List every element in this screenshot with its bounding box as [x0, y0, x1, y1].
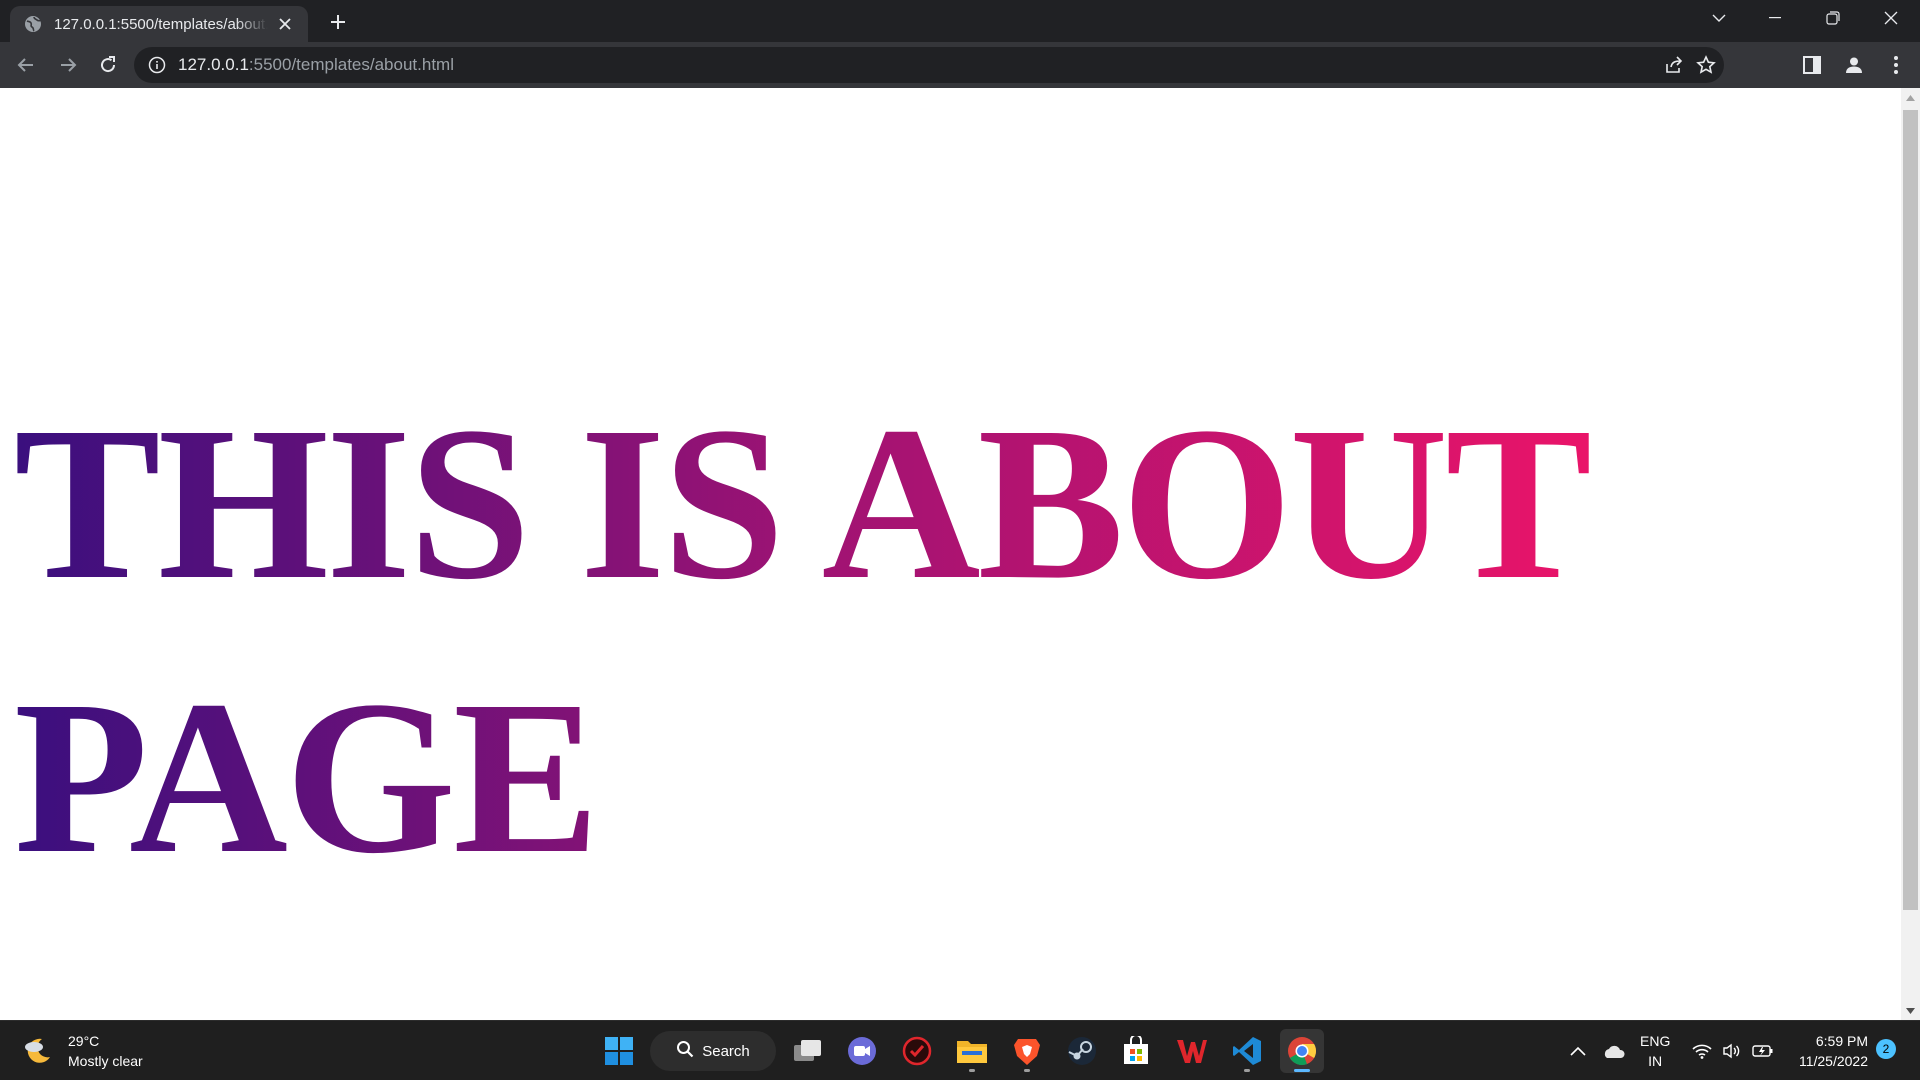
kebab-menu-icon[interactable] [1884, 53, 1908, 77]
url-host: 127.0.0.1 [178, 55, 249, 74]
language-indicator[interactable]: ENG IN [1640, 1031, 1670, 1071]
side-panel-icon[interactable] [1800, 53, 1824, 77]
notification-badge[interactable]: 2 [1876, 1039, 1896, 1059]
clock-date: 11/25/2022 [1798, 1053, 1868, 1069]
browser-tab[interactable]: 127.0.0.1:5500/templates/about.html [10, 6, 308, 42]
file-explorer-icon[interactable] [950, 1029, 994, 1073]
heading-word-about: ABOUT [821, 381, 1586, 625]
onedrive-icon[interactable] [1601, 1021, 1625, 1081]
address-bar[interactable]: 127.0.0.1:5500/templates/about.html [134, 47, 1724, 83]
windows-taskbar: 29°C Mostly clear Search ENG IN 6:59 PM … [0, 1020, 1920, 1080]
start-button[interactable] [597, 1029, 641, 1073]
volume-icon[interactable] [1722, 1021, 1742, 1081]
weather-condition: Mostly clear [68, 1053, 143, 1069]
page-viewport: THIS IS ABOUT PAGE [0, 88, 1901, 1020]
search-icon [676, 1040, 694, 1063]
browser-toolbar: 127.0.0.1:5500/templates/about.html [0, 42, 1920, 88]
scroll-down-icon[interactable] [1905, 1005, 1916, 1016]
scrollbar-thumb[interactable] [1903, 110, 1918, 910]
tab-search-icon[interactable] [1696, 0, 1742, 36]
clock-time: 6:59 PM [1815, 1033, 1868, 1049]
close-icon[interactable] [274, 13, 296, 35]
running-indicator [969, 1069, 975, 1072]
tab-title: 127.0.0.1:5500/templates/about.html [54, 15, 268, 33]
moon-cloud-icon [22, 1035, 54, 1067]
vscode-icon[interactable] [1225, 1029, 1269, 1073]
active-indicator [1294, 1069, 1310, 1072]
wps-office-icon[interactable] [1170, 1029, 1214, 1073]
system-clock[interactable]: 6:59 PM 11/25/2022 [1778, 1031, 1868, 1071]
forward-icon[interactable] [56, 53, 80, 77]
running-indicator [1024, 1069, 1030, 1072]
minimize-icon[interactable] [1752, 0, 1798, 36]
taskbar-search-button[interactable]: Search [650, 1031, 776, 1071]
meet-icon[interactable] [840, 1029, 884, 1073]
url-text[interactable]: 127.0.0.1:5500/templates/about.html [178, 55, 454, 75]
tab-strip: 127.0.0.1:5500/templates/about.html [0, 0, 1920, 42]
heading-word-page: PAGE [14, 655, 597, 899]
vertical-scrollbar[interactable] [1901, 88, 1920, 1020]
chrome-icon[interactable] [1280, 1029, 1324, 1073]
battery-icon[interactable] [1752, 1021, 1774, 1081]
reload-icon[interactable] [96, 53, 120, 77]
new-tab-button[interactable] [326, 10, 350, 34]
task-view-icon[interactable] [786, 1029, 830, 1073]
share-icon[interactable] [1662, 53, 1686, 77]
show-hidden-icons[interactable] [1570, 1021, 1586, 1081]
heading-word-this: THIS [14, 381, 528, 625]
running-indicator [1244, 1069, 1250, 1072]
lang-region: IN [1648, 1053, 1663, 1069]
back-icon[interactable] [14, 53, 38, 77]
brave-browser-icon[interactable] [1005, 1029, 1049, 1073]
info-icon[interactable] [148, 56, 166, 74]
heading-word-is: IS [579, 381, 782, 625]
lang-code: ENG [1640, 1033, 1671, 1049]
wifi-icon[interactable] [1692, 1021, 1712, 1081]
url-path: :5500/templates/about.html [248, 55, 454, 74]
profile-icon[interactable] [1842, 53, 1866, 77]
scroll-up-icon[interactable] [1905, 92, 1916, 103]
antivirus-icon[interactable] [895, 1029, 939, 1073]
steam-icon[interactable] [1060, 1029, 1104, 1073]
weather-temp: 29°C [68, 1033, 100, 1049]
search-label: Search [702, 1042, 750, 1060]
page-heading: THIS IS ABOUT PAGE [14, 366, 1814, 914]
globe-icon [24, 15, 42, 33]
weather-widget[interactable]: 29°C Mostly clear [22, 1031, 143, 1071]
bookmark-star-icon[interactable] [1694, 53, 1718, 77]
microsoft-store-icon[interactable] [1114, 1029, 1158, 1073]
restore-icon[interactable] [1810, 0, 1856, 36]
close-window-icon[interactable] [1868, 0, 1914, 36]
